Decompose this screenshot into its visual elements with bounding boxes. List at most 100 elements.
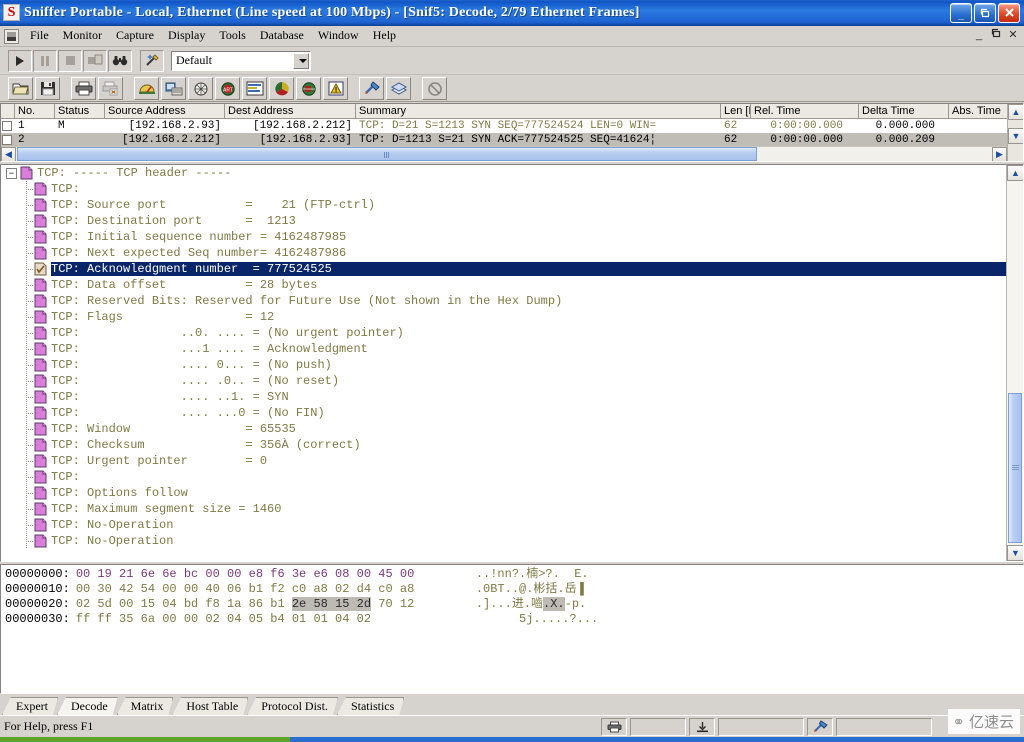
- column-header-delta-time[interactable]: Delta Time: [859, 104, 949, 119]
- restore-button[interactable]: [974, 2, 996, 23]
- host-table-button[interactable]: [161, 76, 186, 100]
- menu-help[interactable]: Help: [366, 26, 403, 46]
- menu-capture[interactable]: Capture: [109, 26, 161, 46]
- decode-tree-row[interactable]: TCP: ...1 .... = Acknowledgment: [1, 341, 1006, 357]
- table-row[interactable]: 2 [192.168.2.212] [192.168.2.93] TCP: D=…: [1, 133, 1023, 147]
- row-select-checkbox[interactable]: [1, 119, 15, 133]
- decode-tree-row[interactable]: TCP: Acknowledgment number = 777524525: [1, 261, 1006, 277]
- decode-tree-row[interactable]: TCP: ..0. .... = (No urgent pointer): [1, 325, 1006, 341]
- decode-tree-row[interactable]: TCP: Data offset = 28 bytes: [1, 277, 1006, 293]
- decode-tree-row[interactable]: TCP: Destination port = 1213: [1, 213, 1006, 229]
- collapse-icon[interactable]: −: [6, 167, 17, 179]
- column-header-rel-time[interactable]: Rel. Time: [751, 104, 859, 119]
- protocol-dist-button[interactable]: [269, 76, 294, 100]
- status-printer-button[interactable]: [601, 717, 627, 736]
- table-row[interactable]: 1 M [192.168.2.93] [192.168.2.212] TCP: …: [1, 119, 1023, 133]
- mdi-restore-button[interactable]: [989, 28, 1003, 42]
- find-button[interactable]: [108, 49, 132, 72]
- save-file-button[interactable]: [35, 76, 60, 100]
- pause-capture-button[interactable]: [33, 49, 57, 72]
- decode-tree-row[interactable]: TCP: Options follow: [1, 485, 1006, 501]
- scroll-track[interactable]: [16, 147, 992, 161]
- decode-tree-row[interactable]: TCP: Maximum segment size = 1460: [1, 501, 1006, 517]
- print-button[interactable]: [71, 76, 96, 100]
- decode-tree-row[interactable]: TCP: Next expected Seq number= 416248798…: [1, 245, 1006, 261]
- decode-tree-row[interactable]: TCP: Flags = 12: [1, 309, 1006, 325]
- decode-vertical-scrollbar[interactable]: ▲ ▼: [1006, 165, 1023, 561]
- status-expert-button[interactable]: [807, 717, 833, 736]
- decode-tree-row[interactable]: TCP: Source port = 21 (FTP-ctrl): [1, 197, 1006, 213]
- hex-dump-row[interactable]: 00000010: 00 30 42 54 00 00 40 06 b1 f2 c…: [1, 582, 1023, 597]
- decode-tree-row[interactable]: TCP: .... ..1. = SYN: [1, 389, 1006, 405]
- decode-tree-row[interactable]: TCP: .... ...0 = (No FIN): [1, 405, 1006, 421]
- scroll-thumb[interactable]: [17, 147, 757, 161]
- matrix-button[interactable]: [188, 76, 213, 100]
- decode-tree-row[interactable]: TCP: Checksum = 356À (correct): [1, 437, 1006, 453]
- tab-decode[interactable]: Decode: [57, 697, 118, 715]
- capture-profile-combo[interactable]: Default: [171, 50, 311, 71]
- close-button[interactable]: [998, 2, 1020, 23]
- decode-tree-row[interactable]: TCP: .... .0.. = (No reset): [1, 373, 1006, 389]
- scroll-down-button[interactable]: ▼: [1008, 128, 1023, 144]
- row-select-checkbox[interactable]: [1, 133, 15, 147]
- print-preview-button[interactable]: [98, 76, 123, 100]
- expert-button[interactable]: [359, 76, 384, 100]
- column-header-no[interactable]: No.: [15, 104, 55, 119]
- decode-button[interactable]: [386, 76, 411, 100]
- hex-dump-row[interactable]: 00000030: ff ff 35 6a 00 00 02 04 05 b4 0…: [1, 612, 1023, 627]
- hex-dump-row[interactable]: 00000000: 00 19 21 6e 6e bc 00 00 e8 f6 3…: [1, 567, 1023, 582]
- column-header-status[interactable]: Status: [55, 104, 105, 119]
- scroll-left-button[interactable]: ◀: [1, 146, 16, 161]
- menu-tools[interactable]: Tools: [212, 26, 253, 46]
- decode-tree-list[interactable]: − TCP: ----- TCP header ----- TCP: TCP: Sou…: [1, 165, 1006, 561]
- decode-tree-pane[interactable]: − TCP: ----- TCP header ----- TCP: TCP: Sou…: [0, 164, 1024, 562]
- decode-tree-row[interactable]: TCP:: [1, 181, 1006, 197]
- menu-monitor[interactable]: Monitor: [56, 26, 109, 46]
- mdi-close-button[interactable]: ✕: [1006, 28, 1020, 42]
- stop-capture-button[interactable]: [58, 49, 82, 72]
- stop-and-display-button[interactable]: [83, 49, 107, 72]
- menu-window[interactable]: Window: [311, 26, 366, 46]
- decode-tree-row[interactable]: TCP: Initial sequence number = 416248798…: [1, 229, 1006, 245]
- scroll-right-button[interactable]: ▶: [992, 146, 1007, 161]
- column-header-source-address[interactable]: Source Address: [105, 104, 225, 119]
- alarm-log-button[interactable]: [323, 76, 348, 100]
- menu-file[interactable]: File: [23, 26, 56, 46]
- decode-tree-row[interactable]: TCP: No-Operation: [1, 533, 1006, 549]
- hex-dump-pane[interactable]: 00000000: 00 19 21 6e 6e bc 00 00 e8 f6 3…: [0, 564, 1024, 694]
- decode-tree-row[interactable]: TCP: Reserved Bits: Reserved for Future …: [1, 293, 1006, 309]
- menu-database[interactable]: Database: [253, 26, 311, 46]
- capture-settings-button[interactable]: [140, 49, 164, 72]
- art-button[interactable]: ART: [215, 76, 240, 100]
- column-header-dest-address[interactable]: Dest Address: [225, 104, 356, 119]
- decode-tree-row[interactable]: TCP: No-Operation: [1, 517, 1006, 533]
- chevron-down-icon[interactable]: [293, 52, 309, 69]
- decode-tree-row[interactable]: − TCP: ----- TCP header -----: [1, 165, 1006, 181]
- tab-protocol-dist[interactable]: Protocol Dist.: [247, 697, 338, 715]
- open-file-button[interactable]: [8, 76, 33, 100]
- menu-display[interactable]: Display: [161, 26, 212, 46]
- mdi-minimize-button[interactable]: _: [972, 28, 986, 42]
- start-capture-button[interactable]: [8, 49, 32, 72]
- tab-host-table[interactable]: Host Table: [172, 697, 248, 715]
- global-statistics-button[interactable]: [296, 76, 321, 100]
- hex-dump-row[interactable]: 00000020: 02 5d 00 15 04 bd f8 1a 86 b1 2…: [1, 597, 1023, 612]
- stop-display-button[interactable]: [422, 76, 447, 100]
- tab-expert[interactable]: Expert: [2, 697, 58, 715]
- minimize-button[interactable]: _: [950, 2, 972, 23]
- decode-tree-row[interactable]: TCP: .... 0... = (No push): [1, 357, 1006, 373]
- scroll-up-button[interactable]: ▲: [1008, 104, 1023, 120]
- status-capture-button[interactable]: [689, 717, 715, 736]
- decode-scroll-thumb[interactable]: [1008, 393, 1022, 543]
- packet-list-horizontal-scrollbar[interactable]: ◀ ▶: [1, 146, 1007, 161]
- tab-statistics[interactable]: Statistics: [337, 697, 404, 715]
- tab-matrix[interactable]: Matrix: [117, 697, 174, 715]
- decode-tree-row[interactable]: TCP: Urgent pointer = 0: [1, 453, 1006, 469]
- decode-tree-row[interactable]: TCP:: [1, 469, 1006, 485]
- history-button[interactable]: [242, 76, 267, 100]
- packet-list-vertical-scrollbar[interactable]: ▲ ▼: [1007, 104, 1023, 161]
- decode-scroll-up-button[interactable]: ▲: [1007, 165, 1023, 181]
- column-header-len[interactable]: Len [B]: [721, 104, 751, 119]
- packet-list-pane[interactable]: No. Status Source Address Dest Address S…: [0, 103, 1024, 162]
- column-header-select[interactable]: [1, 104, 15, 119]
